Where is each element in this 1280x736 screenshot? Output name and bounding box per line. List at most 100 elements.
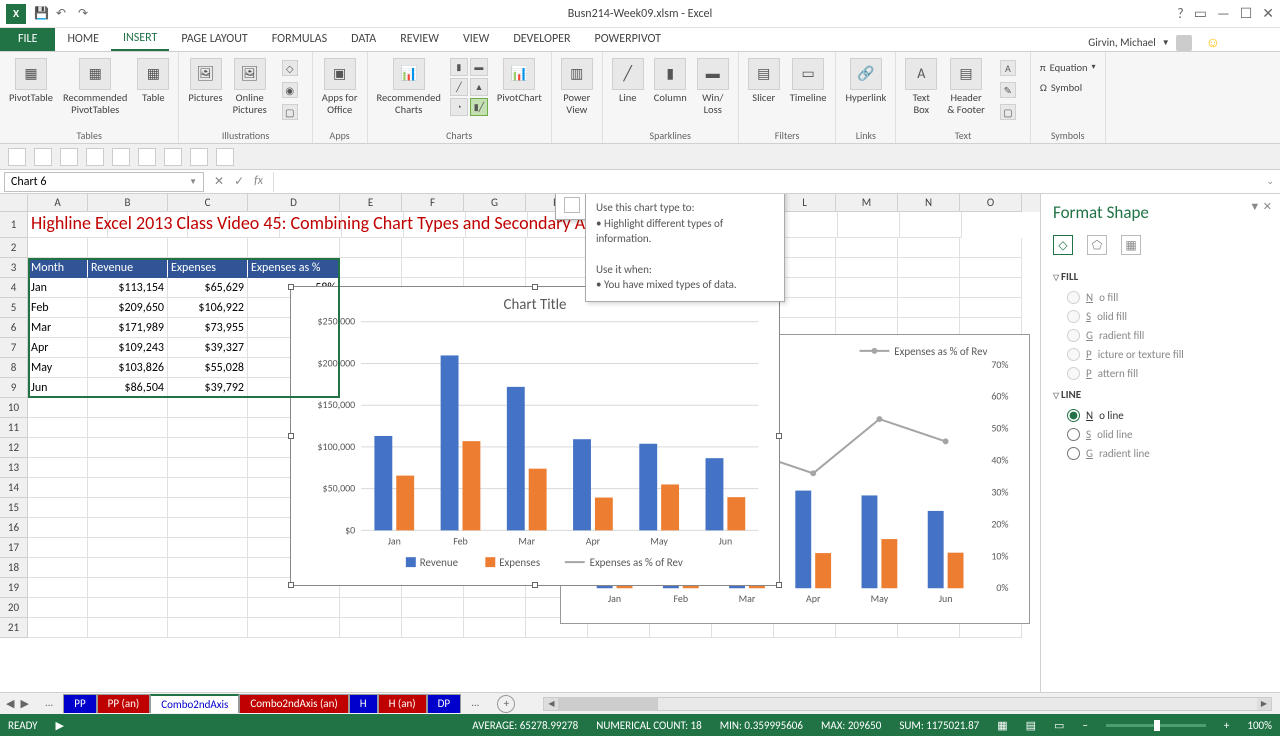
slicer-button[interactable]: ▤Slicer: [745, 56, 783, 106]
scroll-right-icon[interactable]: ▶: [1257, 698, 1271, 710]
tab-page-layout[interactable]: PAGE LAYOUT: [169, 27, 259, 51]
pictures-button[interactable]: 🖼Pictures: [185, 56, 225, 106]
sheet-tab[interactable]: Combo2ndAxis (an): [239, 694, 348, 713]
cell[interactable]: $171,989: [88, 318, 168, 338]
line-section-header[interactable]: LINE: [1053, 383, 1268, 406]
row-header[interactable]: 11: [0, 418, 28, 438]
cell[interactable]: [168, 558, 248, 578]
scroll-thumb[interactable]: [558, 698, 658, 710]
cell[interactable]: [28, 398, 88, 418]
header-footer-button[interactable]: ▤Header & Footer: [944, 56, 988, 117]
cell[interactable]: [88, 398, 168, 418]
fill-line-tab-icon[interactable]: ◇: [1053, 235, 1073, 255]
line-option[interactable]: Gradient line: [1053, 444, 1268, 463]
size-tab-icon[interactable]: ▦: [1121, 235, 1141, 255]
row-header[interactable]: 1: [0, 212, 28, 238]
row-header[interactable]: 13: [0, 458, 28, 478]
cell[interactable]: [526, 258, 588, 278]
tab-powerpivot[interactable]: POWERPIVOT: [583, 27, 673, 51]
close-icon[interactable]: ✕: [1262, 5, 1274, 22]
cell[interactable]: [776, 212, 838, 238]
col-header[interactable]: B: [88, 194, 168, 212]
cell[interactable]: [836, 278, 898, 298]
cell[interactable]: [464, 238, 526, 258]
row-header[interactable]: 10: [0, 398, 28, 418]
sheet-tab[interactable]: PP: [63, 694, 96, 713]
qat-btn-3[interactable]: [60, 148, 78, 166]
cell[interactable]: May: [28, 358, 88, 378]
select-all-corner[interactable]: [0, 194, 28, 212]
cell[interactable]: [340, 618, 402, 638]
tab-file[interactable]: FILE: [0, 27, 55, 51]
minimize-icon[interactable]: —: [1217, 5, 1230, 22]
formula-input[interactable]: [273, 172, 1260, 192]
row-header[interactable]: 19: [0, 578, 28, 598]
cell[interactable]: $209,650: [88, 298, 168, 318]
cell[interactable]: [168, 418, 248, 438]
row-header[interactable]: 17: [0, 538, 28, 558]
tab-view[interactable]: VIEW: [451, 27, 501, 51]
chevron-down-icon[interactable]: ▼: [189, 177, 197, 187]
col-header[interactable]: D: [248, 194, 340, 212]
tab-formulas[interactable]: FORMULAS: [260, 27, 339, 51]
fill-option[interactable]: Pattern fill: [1053, 364, 1268, 383]
cell[interactable]: [88, 438, 168, 458]
screenshot-button[interactable]: ▢: [274, 102, 306, 122]
cell[interactable]: [836, 258, 898, 278]
macro-icon[interactable]: ▶: [56, 719, 64, 732]
expand-formula-icon[interactable]: ⌄: [1260, 176, 1280, 187]
sparkline-winloss-button[interactable]: ▬Win/ Loss: [694, 56, 732, 117]
cell[interactable]: [168, 438, 248, 458]
worksheet-area[interactable]: A B C D E F G H I J K L M N O 1Highline …: [0, 194, 1040, 692]
row-header[interactable]: 7: [0, 338, 28, 358]
cell[interactable]: [88, 418, 168, 438]
fx-icon[interactable]: fx: [254, 174, 263, 189]
recommended-charts-button[interactable]: 📊Recommended Charts: [374, 56, 444, 117]
view-pagebreak-icon[interactable]: ▭: [1054, 719, 1064, 732]
fill-option[interactable]: No fill: [1053, 288, 1268, 307]
cell[interactable]: [402, 598, 464, 618]
cell[interactable]: [88, 538, 168, 558]
cell[interactable]: [898, 278, 960, 298]
tab-nav-next-icon[interactable]: ▶: [20, 697, 28, 710]
sheet-tab[interactable]: H: [349, 694, 378, 713]
cancel-formula-icon[interactable]: ✕: [214, 174, 224, 189]
row-header[interactable]: 9: [0, 378, 28, 398]
cell[interactable]: [168, 238, 248, 258]
apps-for-office-button[interactable]: ▣Apps for Office: [319, 56, 361, 117]
cell[interactable]: [168, 538, 248, 558]
row-header[interactable]: 3: [0, 258, 28, 278]
cell[interactable]: Jan: [28, 278, 88, 298]
cell[interactable]: Mar: [28, 318, 88, 338]
qat-btn-5[interactable]: [112, 148, 130, 166]
col-header[interactable]: N: [898, 194, 960, 212]
cell[interactable]: Month: [28, 258, 88, 278]
cell[interactable]: [88, 558, 168, 578]
cell[interactable]: $73,955: [168, 318, 248, 338]
row-header[interactable]: 12: [0, 438, 28, 458]
cell[interactable]: [88, 238, 168, 258]
row-header[interactable]: 15: [0, 498, 28, 518]
row-header[interactable]: 21: [0, 618, 28, 638]
combo-chart-button[interactable]: ▮╱: [470, 98, 488, 116]
save-icon[interactable]: 💾: [34, 6, 50, 22]
cell[interactable]: [402, 238, 464, 258]
qat-btn-9[interactable]: [216, 148, 234, 166]
effects-tab-icon[interactable]: ⬠: [1087, 235, 1107, 255]
ribbon-options-icon[interactable]: ▭: [1194, 5, 1207, 22]
cell[interactable]: [28, 238, 88, 258]
cell[interactable]: $55,028: [168, 358, 248, 378]
cell[interactable]: [168, 598, 248, 618]
cell[interactable]: [168, 458, 248, 478]
hyperlink-button[interactable]: 🔗Hyperlink: [842, 56, 889, 106]
cell[interactable]: [960, 298, 1022, 318]
row-header[interactable]: 4: [0, 278, 28, 298]
cell[interactable]: Feb: [28, 298, 88, 318]
qat-btn-8[interactable]: [190, 148, 208, 166]
pivottable-button[interactable]: ▦PivotTable: [6, 56, 56, 106]
cell[interactable]: $86,504: [88, 378, 168, 398]
view-layout-icon[interactable]: ▤: [1026, 719, 1036, 732]
cell[interactable]: [526, 238, 588, 258]
cell[interactable]: [464, 598, 526, 618]
cell[interactable]: [168, 618, 248, 638]
